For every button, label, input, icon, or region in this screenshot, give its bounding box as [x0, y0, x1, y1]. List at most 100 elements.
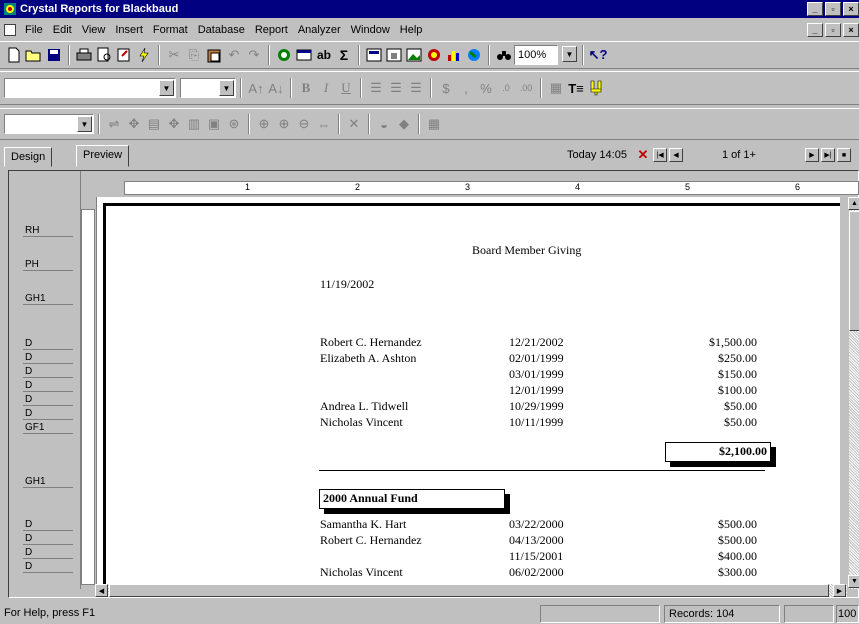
- section-label[interactable]: D: [23, 380, 73, 392]
- zoom-combo[interactable]: 100%: [514, 45, 558, 65]
- section-label[interactable]: GH1: [23, 293, 73, 305]
- decrease-decimal-icon[interactable]: .00: [516, 78, 536, 98]
- percent-icon[interactable]: %: [476, 78, 496, 98]
- italic-icon[interactable]: I: [316, 78, 336, 98]
- drill-icon[interactable]: ⇔: [314, 114, 334, 134]
- chevron-down-icon[interactable]: ▼: [562, 46, 577, 62]
- close-button[interactable]: ×: [843, 2, 859, 16]
- chevron-down-icon[interactable]: ▼: [77, 116, 92, 132]
- section-label[interactable]: D: [23, 533, 73, 545]
- section-label[interactable]: D: [23, 366, 73, 378]
- section-label[interactable]: GF1: [23, 422, 73, 434]
- menu-format[interactable]: Format: [148, 24, 193, 36]
- last-page-button[interactable]: ▶|: [821, 148, 835, 162]
- font-name-combo[interactable]: ▼: [4, 78, 176, 98]
- menu-report[interactable]: Report: [250, 24, 293, 36]
- section-label[interactable]: D: [23, 519, 73, 531]
- vertical-scrollbar[interactable]: ▲ ▼: [848, 197, 859, 589]
- section-label[interactable]: D: [23, 394, 73, 406]
- insert-table-icon[interactable]: ▥: [184, 114, 204, 134]
- insert-ole-icon[interactable]: [424, 45, 444, 65]
- minimize-button[interactable]: _: [807, 2, 823, 16]
- section-label[interactable]: D: [23, 352, 73, 364]
- menu-file[interactable]: File: [20, 24, 48, 36]
- tab-design[interactable]: Design: [4, 147, 53, 167]
- scroll-down-button[interactable]: ▼: [848, 575, 859, 588]
- section-label[interactable]: D: [23, 547, 73, 559]
- suppress-icon[interactable]: ▦: [546, 78, 566, 98]
- redo-icon[interactable]: ↷: [244, 45, 264, 65]
- object-combo[interactable]: ▼: [4, 114, 94, 134]
- horizontal-scroll-thumb[interactable]: [109, 584, 829, 597]
- previous-page-button[interactable]: ◀: [669, 148, 683, 162]
- insert-picture-icon[interactable]: [404, 45, 424, 65]
- insert-subreport-icon[interactable]: [384, 45, 404, 65]
- insert-line-icon[interactable]: T≡: [566, 78, 586, 98]
- refresh-icon[interactable]: [134, 45, 154, 65]
- menu-help[interactable]: Help: [395, 24, 428, 36]
- section-label[interactable]: PH: [23, 259, 73, 271]
- horizontal-scrollbar[interactable]: ◀ ▶: [95, 584, 847, 597]
- underline-icon[interactable]: U: [336, 78, 356, 98]
- insert-database-field-icon[interactable]: [274, 45, 294, 65]
- format-painter-icon[interactable]: [586, 78, 606, 98]
- bold-icon[interactable]: B: [296, 78, 316, 98]
- chevron-down-icon[interactable]: ▼: [159, 80, 174, 96]
- insert-ole-object-icon[interactable]: ✥: [164, 114, 184, 134]
- insert-cross-tab-icon[interactable]: ✥: [124, 114, 144, 134]
- first-page-button[interactable]: |◀: [653, 148, 667, 162]
- select-expert-icon[interactable]: ◒: [374, 114, 394, 134]
- section-label[interactable]: D: [23, 561, 73, 573]
- grid-icon[interactable]: ▦: [424, 114, 444, 134]
- doc-restore-button[interactable]: ▫: [825, 23, 841, 37]
- sort-expert-icon[interactable]: ◆: [394, 114, 414, 134]
- section-label[interactable]: GH1: [23, 476, 73, 488]
- save-icon[interactable]: [44, 45, 64, 65]
- insert-summary-icon[interactable]: Σ: [334, 45, 354, 65]
- insert-map-icon[interactable]: [464, 45, 484, 65]
- currency-icon[interactable]: $: [436, 78, 456, 98]
- insert-text-object-icon[interactable]: [294, 45, 314, 65]
- menu-window[interactable]: Window: [346, 24, 395, 36]
- align-left-icon[interactable]: ☰: [366, 78, 386, 98]
- decrease-font-icon[interactable]: A↓: [266, 78, 286, 98]
- print-icon[interactable]: [74, 45, 94, 65]
- font-size-combo[interactable]: ▼: [180, 78, 236, 98]
- export-icon[interactable]: [114, 45, 134, 65]
- stop-loading-icon[interactable]: ✕: [636, 148, 650, 162]
- increase-font-icon[interactable]: A↑: [246, 78, 266, 98]
- document-icon[interactable]: [4, 24, 16, 36]
- chevron-down-icon[interactable]: ▼: [219, 80, 234, 96]
- zoom-in-icon[interactable]: ⊕: [274, 114, 294, 134]
- zoom-dropdown[interactable]: ▼: [560, 45, 578, 65]
- tab-preview[interactable]: Preview: [76, 145, 130, 167]
- align-center-icon[interactable]: ☰: [386, 78, 406, 98]
- paste-icon[interactable]: [204, 45, 224, 65]
- crystal-app-icon[interactable]: [3, 2, 17, 16]
- scroll-right-button[interactable]: ▶: [833, 584, 846, 597]
- print-preview-icon[interactable]: [94, 45, 114, 65]
- insert-group-icon[interactable]: [364, 45, 384, 65]
- open-icon[interactable]: [24, 45, 44, 65]
- section-label[interactable]: RH: [23, 225, 73, 237]
- doc-close-button[interactable]: ×: [843, 23, 859, 37]
- vertical-scroll-thumb[interactable]: [849, 211, 859, 331]
- scroll-up-button[interactable]: ▲: [848, 197, 859, 210]
- cut-icon[interactable]: ✂: [164, 45, 184, 65]
- insert-text-ab-icon[interactable]: ab: [314, 45, 334, 65]
- section-label[interactable]: D: [23, 338, 73, 350]
- close-view-icon[interactable]: ✕: [344, 114, 364, 134]
- copy-icon[interactable]: ⎘: [184, 45, 204, 65]
- undo-icon[interactable]: ↶: [224, 45, 244, 65]
- zoom-icon[interactable]: ⊕: [254, 114, 274, 134]
- insert-special-field-icon[interactable]: ⊛: [224, 114, 244, 134]
- maximize-button[interactable]: ▫: [825, 2, 841, 16]
- increase-decimal-icon[interactable]: .0: [496, 78, 516, 98]
- section-label[interactable]: D: [23, 408, 73, 420]
- menu-insert[interactable]: Insert: [110, 24, 148, 36]
- new-icon[interactable]: [4, 45, 24, 65]
- insert-text-icon[interactable]: ▣: [204, 114, 224, 134]
- next-page-button[interactable]: ▶: [805, 148, 819, 162]
- menu-view[interactable]: View: [77, 24, 111, 36]
- menu-edit[interactable]: Edit: [48, 24, 77, 36]
